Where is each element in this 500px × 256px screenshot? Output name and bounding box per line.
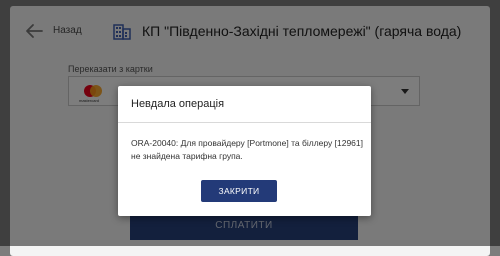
dialog-divider [118, 122, 371, 123]
dialog-message: ORA-20040: Для провайдеру [Portmone] та … [131, 138, 364, 161]
dialog-title: Невдала операція [131, 98, 225, 110]
close-button[interactable]: ЗАКРИТИ [201, 180, 277, 202]
error-dialog: Невдала операція ORA-20040: Для провайде… [118, 86, 371, 216]
